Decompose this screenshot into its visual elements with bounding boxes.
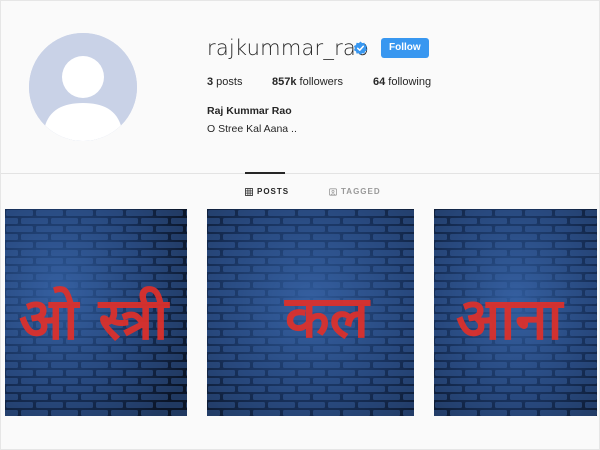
post-text: कल [284, 283, 372, 351]
post-text: आना [456, 285, 564, 353]
tab-posts[interactable]: POSTS [245, 187, 289, 196]
post-image: आना [434, 209, 597, 416]
tabs-divider [1, 173, 600, 174]
profile-username: rajkummar_rao [207, 36, 370, 60]
stat-posts[interactable]: 3 posts [207, 76, 242, 88]
profile-full-name: Raj Kummar Rao [207, 105, 292, 117]
tab-tagged[interactable]: TAGGED [329, 187, 381, 196]
tab-posts-label: POSTS [257, 187, 290, 196]
following-label: following [385, 76, 432, 88]
tab-tagged-label: TAGGED [341, 187, 381, 196]
stat-following[interactable]: 64 following [373, 76, 431, 88]
post-text: ओ स्त्री [19, 285, 170, 353]
posts-label: posts [213, 76, 243, 88]
post-image: ओ स्त्री [5, 209, 187, 416]
grid-icon [245, 187, 253, 196]
post-thumbnail[interactable]: ओ स्त्री [5, 209, 187, 416]
post-image: कल [207, 209, 414, 416]
followers-label: followers [296, 76, 343, 88]
profile-bio: O Stree Kal Aana .. [207, 123, 297, 135]
followers-count: 857k [272, 76, 297, 88]
following-count: 64 [373, 76, 386, 88]
verified-badge-icon [353, 41, 368, 55]
follow-button[interactable]: Follow [381, 38, 429, 58]
default-avatar-icon [29, 33, 137, 141]
post-thumbnail[interactable]: कल [207, 209, 414, 416]
profile-page: rajkummar_rao Follow 3 posts 857k follow… [0, 0, 600, 450]
active-tab-indicator [245, 172, 285, 174]
stat-followers[interactable]: 857k followers [272, 76, 343, 88]
post-thumbnail[interactable]: आना [434, 209, 597, 416]
tag-icon [329, 187, 337, 196]
avatar[interactable] [29, 33, 137, 141]
